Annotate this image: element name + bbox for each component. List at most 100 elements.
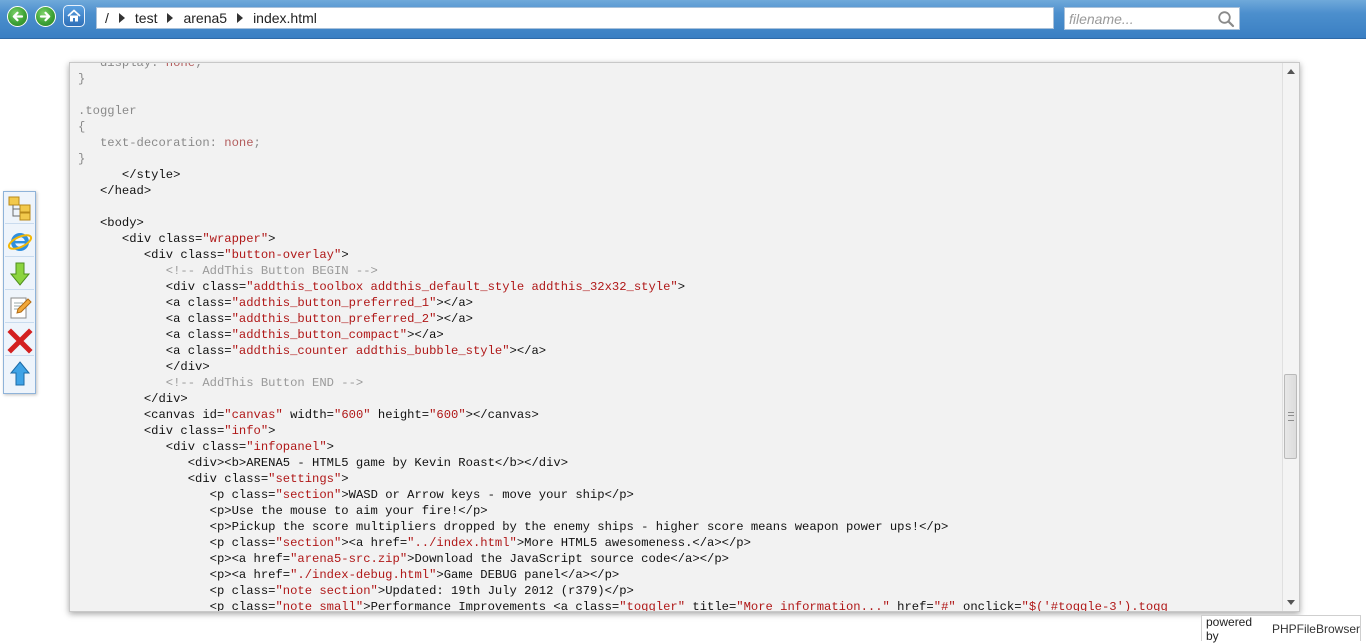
folder-tree-button[interactable] bbox=[5, 193, 34, 224]
breadcrumb-root[interactable]: / bbox=[105, 10, 109, 26]
code-token: "infopanel" bbox=[246, 440, 327, 454]
upload-icon bbox=[9, 361, 31, 386]
code-token: <p class= bbox=[78, 600, 276, 612]
code-line: <div class="addthis_toolbox addthis_defa… bbox=[78, 279, 1168, 295]
internet-explorer-icon bbox=[7, 233, 33, 251]
code-token: >Game DEBUG panel</a></p> bbox=[436, 568, 620, 582]
vertical-scrollbar[interactable] bbox=[1282, 63, 1299, 611]
back-button[interactable] bbox=[7, 6, 28, 27]
edit-icon bbox=[10, 297, 32, 319]
forward-arrow-icon bbox=[39, 11, 51, 22]
code-token: "addthis_button_preferred_2" bbox=[231, 312, 437, 326]
code-token: "600" bbox=[334, 408, 371, 422]
code-token: onclick= bbox=[955, 600, 1022, 612]
scroll-up-icon[interactable] bbox=[1287, 69, 1295, 74]
code-token: >Performance Improvements <a class= bbox=[363, 600, 620, 612]
code-line: <div><b>ARENA5 - HTML5 game by Kevin Roa… bbox=[78, 455, 1168, 471]
code-token: > bbox=[268, 424, 276, 438]
top-toolbar: / test arena5 index.html bbox=[0, 0, 1366, 39]
scrollbar-thumb[interactable] bbox=[1284, 374, 1297, 459]
code-token: href= bbox=[889, 600, 934, 612]
code-token: ; bbox=[195, 62, 203, 70]
breadcrumb-item-arena5[interactable]: arena5 bbox=[183, 10, 227, 26]
code-token: "wrapper" bbox=[202, 232, 269, 246]
code-token: text-decoration: bbox=[78, 136, 225, 150]
code-token: "./index-debug.html" bbox=[290, 568, 437, 582]
code-token: > bbox=[268, 232, 276, 246]
powered-by-label: powered by bbox=[1206, 614, 1253, 643]
code-line: </div> bbox=[78, 359, 1168, 375]
filename-search-input[interactable] bbox=[1065, 8, 1217, 29]
code-token: >Download the JavaScript source code</a>… bbox=[407, 552, 729, 566]
code-token: <div><b>ARENA5 - HTML5 game by Kevin Roa… bbox=[78, 456, 569, 470]
upload-button[interactable] bbox=[5, 358, 34, 389]
code-token: "arena5-src.zip" bbox=[290, 552, 408, 566]
back-arrow-icon bbox=[12, 11, 24, 22]
code-token: "#" bbox=[933, 600, 956, 612]
code-token: >WASD or Arrow keys - move your ship</p> bbox=[341, 488, 634, 502]
code-line: <!-- AddThis Button END --> bbox=[78, 375, 1168, 391]
code-token: "$('#toggle-3').togg bbox=[1021, 600, 1168, 612]
code-token: "addthis_counter addthis_bubble_style" bbox=[231, 344, 510, 358]
code-line: <a class="addthis_button_preferred_1"></… bbox=[78, 295, 1168, 311]
code-token: > bbox=[677, 280, 686, 294]
code-token: <!-- AddThis Button BEGIN --> bbox=[78, 264, 378, 278]
delete-button[interactable] bbox=[5, 325, 34, 356]
code-token: </div> bbox=[78, 392, 188, 406]
code-line: display: none; bbox=[78, 62, 1168, 71]
brand-name[interactable]: PHPFileBrowser bbox=[1272, 622, 1360, 636]
code-line: <a class="addthis_button_compact"></a> bbox=[78, 327, 1168, 343]
code-line: <p class="section">WASD or Arrow keys - … bbox=[78, 487, 1168, 503]
code-token: "note section" bbox=[275, 584, 378, 598]
code-token: "section" bbox=[275, 488, 342, 502]
code-line: { bbox=[78, 119, 1168, 135]
code-token: > bbox=[341, 248, 349, 262]
open-in-browser-button[interactable] bbox=[5, 226, 34, 257]
code-token: <a class= bbox=[78, 344, 232, 358]
code-token: <a class= bbox=[78, 312, 232, 326]
folder-tree-icon bbox=[8, 196, 31, 221]
code-token: ></a> bbox=[436, 296, 473, 310]
code-token: "More information..." bbox=[736, 600, 890, 612]
code-line: <div class="wrapper"> bbox=[78, 231, 1168, 247]
code-line: <p class="note small">Performance Improv… bbox=[78, 599, 1168, 612]
code-token: ></a> bbox=[407, 328, 444, 342]
breadcrumb-item-file[interactable]: index.html bbox=[253, 10, 317, 26]
code-line: <p class="note section">Updated: 19th Ju… bbox=[78, 583, 1168, 599]
breadcrumb-separator-icon bbox=[237, 13, 244, 23]
code-line: text-decoration: none; bbox=[78, 135, 1168, 151]
powered-by-footer: powered by PHPFileBrowser bbox=[1201, 614, 1361, 643]
code-token: ></canvas> bbox=[465, 408, 539, 422]
code-token: <!-- AddThis Button END --> bbox=[78, 376, 364, 390]
breadcrumb: / test arena5 index.html bbox=[96, 7, 1054, 29]
code-line: <p>Use the mouse to aim your fire!</p> bbox=[78, 503, 1168, 519]
code-token: display: bbox=[78, 62, 166, 70]
search-icon[interactable] bbox=[1217, 10, 1235, 28]
breadcrumb-item-test[interactable]: test bbox=[135, 10, 158, 26]
download-button[interactable] bbox=[5, 259, 34, 290]
code-token: "addthis_toolbox addthis_default_style a… bbox=[246, 280, 678, 294]
scroll-down-icon[interactable] bbox=[1287, 600, 1295, 605]
code-token: <div class= bbox=[78, 472, 269, 486]
code-token: <div class= bbox=[78, 248, 225, 262]
code-token: <p class= bbox=[78, 536, 276, 550]
code-token: </head> bbox=[78, 184, 152, 198]
code-line: <!-- AddThis Button BEGIN --> bbox=[78, 263, 1168, 279]
code-line: <p><a href="./index-debug.html">Game DEB… bbox=[78, 567, 1168, 583]
forward-button[interactable] bbox=[35, 6, 56, 27]
code-line: } bbox=[78, 151, 1168, 167]
edit-button[interactable] bbox=[5, 292, 34, 323]
code-token: none bbox=[165, 62, 196, 70]
code-token: } bbox=[78, 152, 86, 166]
home-button[interactable] bbox=[63, 5, 85, 27]
breadcrumb-separator-icon bbox=[167, 13, 174, 23]
code-token: > bbox=[341, 472, 349, 486]
code-token: "addthis_button_preferred_1" bbox=[231, 296, 437, 310]
file-actions-toolbar bbox=[3, 191, 36, 394]
code-token: "settings" bbox=[268, 472, 342, 486]
delete-icon bbox=[7, 328, 33, 354]
code-line: <p><a href="arena5-src.zip">Download the… bbox=[78, 551, 1168, 567]
code-token: <a class= bbox=[78, 296, 232, 310]
code-token: "section" bbox=[275, 536, 342, 550]
